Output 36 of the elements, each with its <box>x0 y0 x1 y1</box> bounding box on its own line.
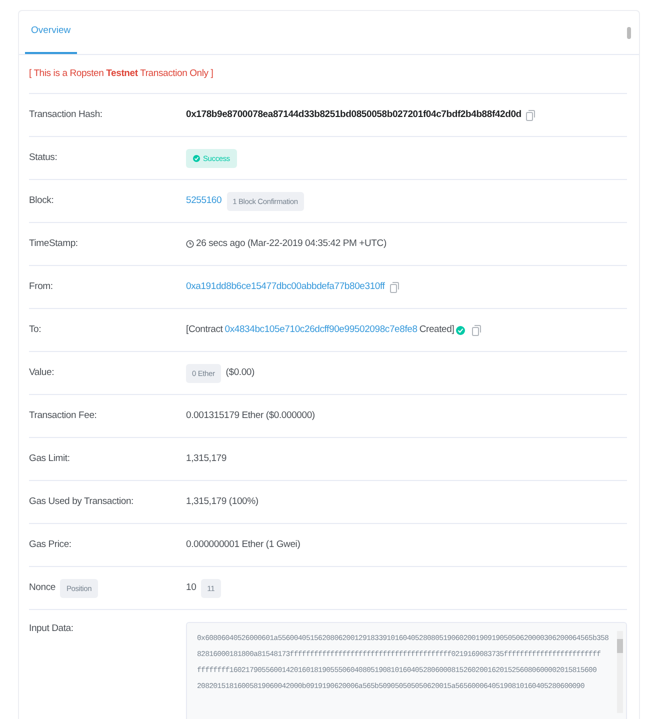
contract-link[interactable]: 0x4834bc105e710c26dcff90e99502098c7e8fe8 <box>224 323 418 338</box>
field-label: Nonce <box>29 581 56 596</box>
field-label: Gas Price: <box>29 538 72 552</box>
field-value: 1,315,179 (100%) <box>186 495 258 510</box>
nonce-value: 10 <box>186 581 196 596</box>
field-label: Gas Limit: <box>29 452 70 466</box>
address-link[interactable]: 0xa191dd8b6ce15477dbc00abbdefa77b80e310ff <box>186 280 385 294</box>
timestamp-text: 26 secs ago (Mar-22-2019 04:35:42 PM +UTC) <box>196 237 386 252</box>
field-label: Status: <box>29 151 58 166</box>
contract-prefix: [Contract <box>186 323 223 338</box>
field-label: Value: <box>29 366 54 380</box>
field-label: From: <box>29 280 53 294</box>
copy-icon[interactable] <box>390 282 399 293</box>
field-label: TimeStamp: <box>29 237 78 252</box>
field-label: Transaction Hash: <box>29 108 102 122</box>
field-label: To: <box>29 323 42 338</box>
tab[interactable]: Overview <box>25 11 77 54</box>
testnet-notice: [ This is a Ropsten Testnet Transaction Only ] <box>29 55 627 94</box>
transaction-hash: 0x178b9e8700078ea87144d33b8251bd0850058b027201f04c7bdf2b4b88f42d0d <box>186 108 522 122</box>
field-value: 0.000000001 Ether (1 Gwei) <box>186 538 300 552</box>
contract-suffix: Created] <box>419 323 454 338</box>
field-label: Block: <box>29 194 54 208</box>
field-label: Transaction Fee: <box>29 409 97 424</box>
field-value: 0.001315179 Ether ($0.000000) <box>186 409 315 424</box>
copy-icon[interactable] <box>526 110 536 121</box>
check-icon <box>456 326 466 335</box>
copy-icon[interactable] <box>472 324 482 336</box>
field-label: Input Data: <box>29 622 74 636</box>
field-value: 1,315,179 <box>186 452 226 466</box>
usd-value: ($0.00) <box>226 366 254 380</box>
clock-icon <box>186 240 194 248</box>
menu-icon[interactable] <box>627 26 631 38</box>
input-data-box[interactable] <box>186 622 627 719</box>
block-link[interactable]: 5255160 <box>186 194 222 208</box>
scrollbar[interactable] <box>617 631 623 714</box>
field-label: Gas Used by Transaction: <box>29 495 134 510</box>
